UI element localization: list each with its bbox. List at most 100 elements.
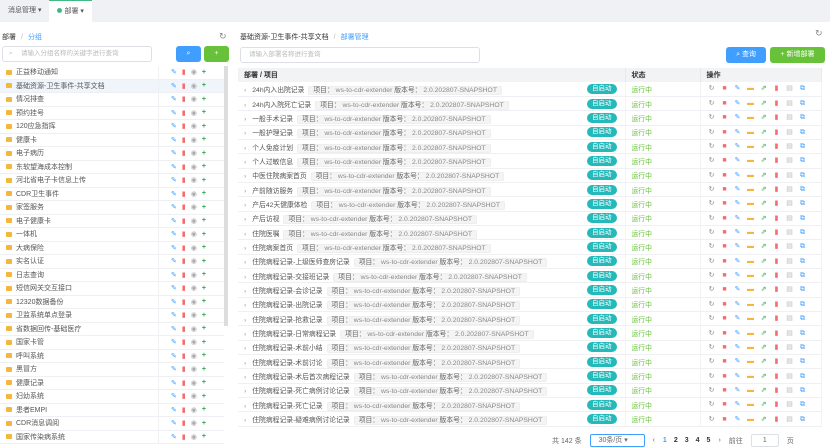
export-icon[interactable]: ⇗	[759, 271, 769, 279]
stop-icon[interactable]: ■	[720, 373, 730, 380]
edit-icon[interactable]: ✎	[733, 99, 743, 107]
restart-icon[interactable]: ↻	[707, 314, 717, 322]
view-icon[interactable]: ◉	[191, 271, 197, 279]
log-icon[interactable]: ▤	[785, 343, 795, 351]
delete-icon[interactable]: ▮	[182, 298, 186, 306]
view-icon[interactable]: ◉	[191, 338, 197, 346]
restart-icon[interactable]: ↻	[707, 199, 717, 207]
delete-icon[interactable]: ▮	[182, 392, 186, 400]
edit-icon[interactable]: ✎	[733, 386, 743, 394]
stop-icon[interactable]: ■	[720, 258, 730, 265]
edit-icon[interactable]: ✎	[733, 84, 743, 92]
folder-icon[interactable]: ▬	[746, 301, 756, 308]
table-row[interactable]: › 住院病程记录-交接班记录 项目： ws-to-cdr-extender 版本号：…	[238, 268, 822, 284]
edit-icon[interactable]: ✎	[733, 214, 743, 222]
expand-chevron-icon[interactable]: ›	[244, 130, 246, 137]
edit-icon[interactable]: ✎	[171, 406, 177, 414]
view-icon[interactable]: ◉	[191, 109, 197, 117]
edit-icon[interactable]: ✎	[171, 419, 177, 427]
export-icon[interactable]: ⇗	[759, 357, 769, 365]
copy-icon[interactable]: ⧉	[798, 301, 808, 309]
add-icon[interactable]: +	[202, 406, 206, 413]
edit-icon[interactable]: ✎	[171, 176, 177, 184]
delete-icon[interactable]: ▮	[182, 109, 186, 117]
expand-chevron-icon[interactable]: ›	[244, 417, 246, 424]
log-icon[interactable]: ▤	[785, 199, 795, 207]
edit-icon[interactable]: ✎	[733, 357, 743, 365]
folder-icon[interactable]: ▬	[746, 200, 756, 207]
add-icon[interactable]: +	[202, 190, 206, 197]
view-icon[interactable]: ◉	[191, 190, 197, 198]
view-icon[interactable]: ◉	[191, 136, 197, 144]
edit-icon[interactable]: ✎	[171, 271, 177, 279]
page-number[interactable]: 5	[707, 437, 711, 444]
add-icon[interactable]: +	[202, 312, 206, 319]
add-icon[interactable]: +	[202, 231, 206, 238]
expand-chevron-icon[interactable]: ›	[244, 202, 246, 209]
export-icon[interactable]: ⇗	[759, 372, 769, 380]
restart-icon[interactable]: ↻	[707, 242, 717, 250]
group-item[interactable]: 国家卡管 ✎ ▮ ◉ +	[0, 335, 224, 350]
folder-icon[interactable]: ▬	[746, 243, 756, 250]
add-icon[interactable]: +	[202, 204, 206, 211]
view-icon[interactable]: ◉	[191, 352, 197, 360]
expand-chevron-icon[interactable]: ›	[244, 231, 246, 238]
delete-icon[interactable]: ▮	[182, 217, 186, 225]
view-icon[interactable]: ◉	[191, 379, 197, 387]
stop-icon[interactable]: ■	[720, 272, 730, 279]
copy-icon[interactable]: ⧉	[798, 315, 808, 323]
edit-icon[interactable]: ✎	[171, 230, 177, 238]
add-icon[interactable]: +	[202, 163, 206, 170]
expand-chevron-icon[interactable]: ›	[244, 288, 246, 295]
log-icon[interactable]: ▤	[785, 228, 795, 236]
edit-icon[interactable]: ✎	[733, 343, 743, 351]
edit-icon[interactable]: ✎	[171, 325, 177, 333]
table-row[interactable]: › 住院病程记录-会诊记录 项目： ws-to-cdr-extender 版本号： …	[238, 282, 822, 298]
group-item[interactable]: 基础资源-卫生事件-共享文档 ✎ ▮ ◉ +	[0, 79, 224, 93]
restart-icon[interactable]: ↻	[707, 99, 717, 107]
expand-chevron-icon[interactable]: ›	[244, 331, 246, 338]
delete-icon[interactable]: ▮	[182, 379, 186, 387]
group-item[interactable]: 健康卡 ✎ ▮ ◉ +	[0, 133, 224, 147]
delete-icon[interactable]: ▮	[182, 406, 186, 414]
table-row[interactable]: › 中医住院病案首页 项目： ws-to-cdr-extender 版本号： 2.0…	[238, 168, 822, 183]
log-icon[interactable]: ▤	[785, 357, 795, 365]
copy-icon[interactable]: ⧉	[798, 157, 808, 165]
delete-icon[interactable]: ▮	[182, 433, 186, 441]
log-icon[interactable]: ▤	[785, 271, 795, 279]
table-row[interactable]: › 一般护理记录 项目： ws-to-cdr-extender 版本号： 2.0.2…	[238, 125, 822, 140]
stop-icon[interactable]: ■	[720, 229, 730, 236]
edit-icon[interactable]: ✎	[171, 149, 177, 157]
export-icon[interactable]: ⇗	[759, 314, 769, 322]
delete-icon[interactable]: ▮	[772, 128, 782, 136]
add-icon[interactable]: +	[202, 150, 206, 157]
delete-icon[interactable]: ▮	[772, 372, 782, 380]
restart-icon[interactable]: ↻	[707, 300, 717, 308]
group-item[interactable]: 黑冒方 ✎ ▮ ◉ +	[0, 362, 224, 377]
table-row[interactable]: › 住院病程记录-日常病程记录 项目： ws-to-cdr-extender 版本号…	[238, 325, 822, 341]
edit-icon[interactable]: ✎	[733, 228, 743, 236]
export-icon[interactable]: ⇗	[759, 171, 769, 179]
delete-icon[interactable]: ▮	[772, 357, 782, 365]
add-icon[interactable]: +	[202, 339, 206, 346]
view-icon[interactable]: ◉	[191, 392, 197, 400]
add-icon[interactable]: +	[202, 352, 206, 359]
view-icon[interactable]: ◉	[191, 433, 197, 441]
add-icon[interactable]: +	[202, 69, 206, 76]
expand-chevron-icon[interactable]: ›	[244, 302, 246, 309]
copy-icon[interactable]: ⧉	[798, 272, 808, 280]
log-icon[interactable]: ▤	[785, 372, 795, 380]
edit-icon[interactable]: ✎	[733, 156, 743, 164]
add-icon[interactable]: +	[202, 217, 206, 224]
table-row[interactable]: › 住院病程记录-上级医师查房记录 项目： ws-to-cdr-extender 版…	[238, 254, 822, 269]
log-icon[interactable]: ▤	[785, 285, 795, 293]
delete-icon[interactable]: ▮	[182, 122, 186, 130]
delete-icon[interactable]: ▮	[182, 149, 186, 157]
delete-icon[interactable]: ▮	[772, 242, 782, 250]
group-item[interactable]: 呼叫系统 ✎ ▮ ◉ +	[0, 349, 224, 363]
expand-chevron-icon[interactable]: ›	[244, 188, 246, 195]
view-icon[interactable]: ◉	[191, 257, 197, 265]
copy-icon[interactable]: ⧉	[798, 114, 808, 122]
group-item[interactable]: 家签服务 ✎ ▮ ◉ +	[0, 200, 224, 215]
stop-icon[interactable]: ■	[720, 243, 730, 250]
